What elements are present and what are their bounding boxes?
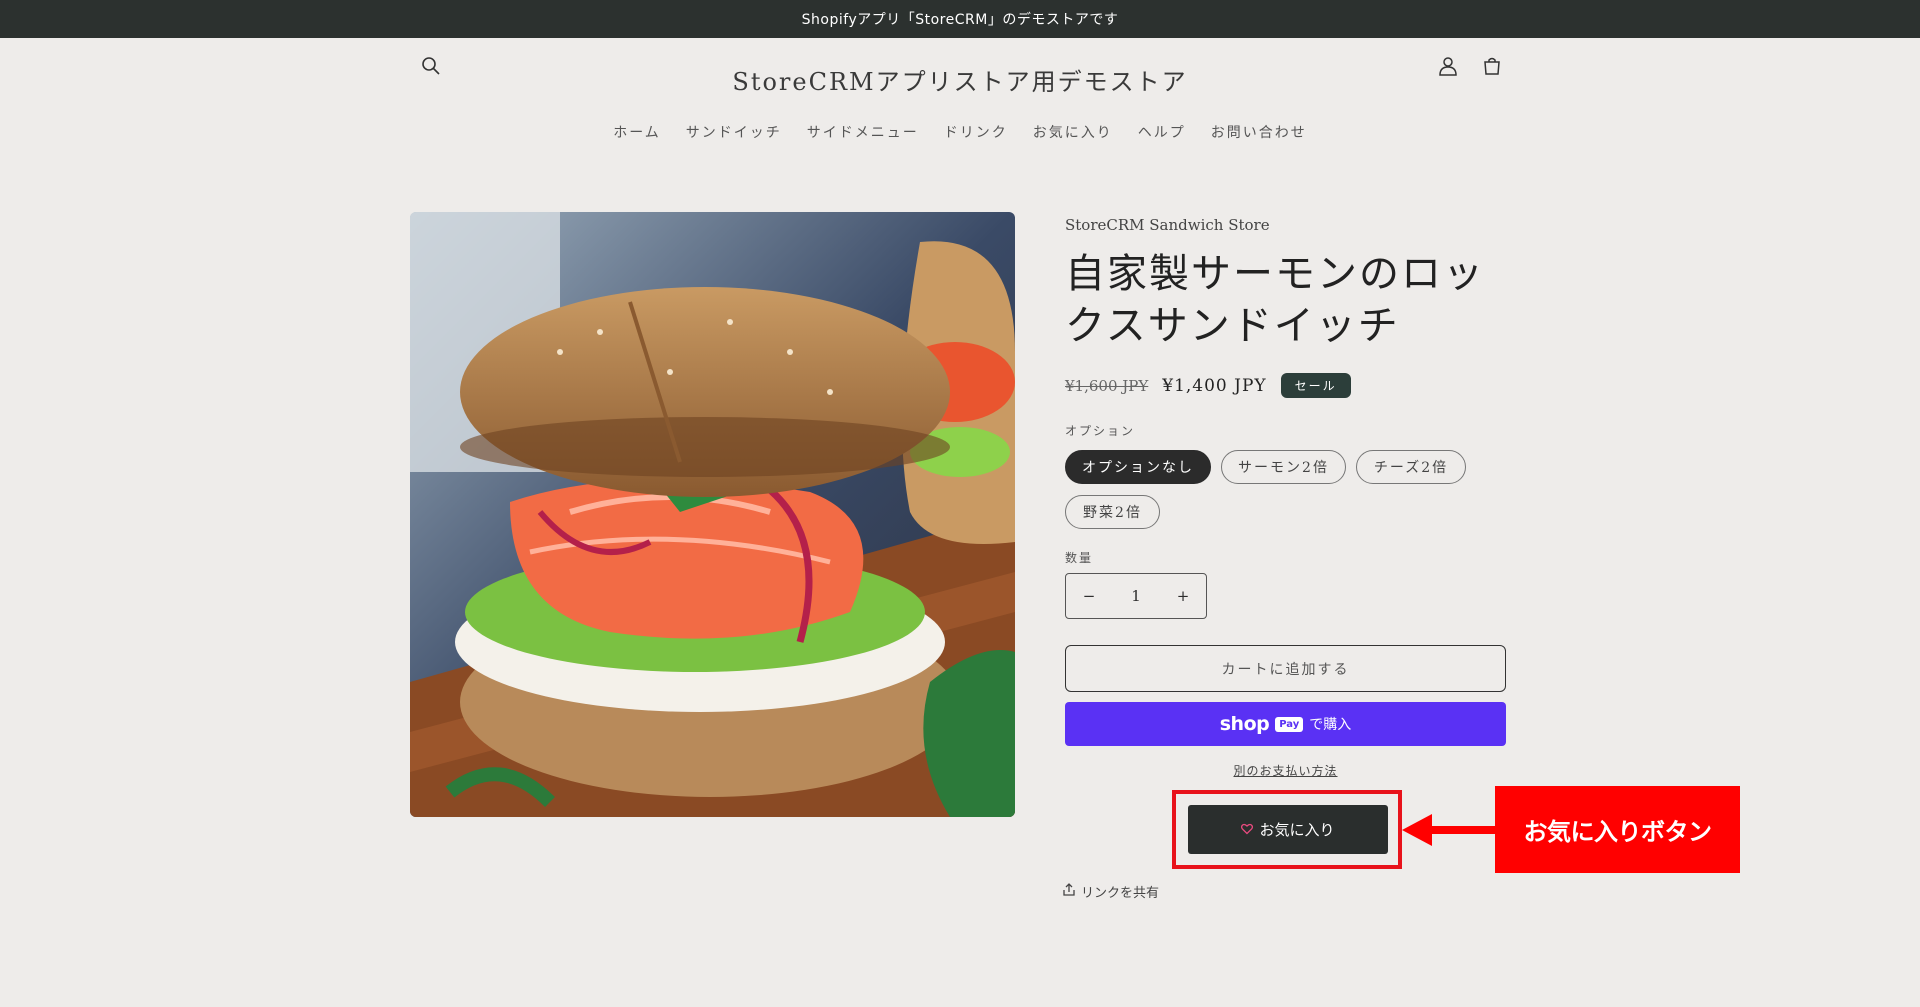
option-double-cheese[interactable]: チーズ2倍 — [1356, 450, 1466, 484]
shop-pay-button[interactable]: shop Pay で購入 — [1065, 702, 1506, 746]
nav-item-help[interactable]: ヘルプ — [1138, 122, 1186, 142]
share-label: リンクを共有 — [1081, 886, 1160, 901]
quantity-stepper: − 1 + — [1065, 573, 1207, 619]
nav-item-side-menu[interactable]: サイドメニュー — [807, 122, 919, 142]
product-title: 自家製サーモンのロックスサンドイッチ — [1065, 251, 1485, 349]
share-icon — [1063, 883, 1075, 900]
option-double-salmon[interactable]: サーモン2倍 — [1221, 450, 1346, 484]
site-header: StoreCRMアプリストア用デモストア ホーム サンドイッチ サイドメニュー … — [0, 38, 1920, 158]
heart-icon — [1241, 821, 1254, 839]
regular-price: ¥1,600 JPY — [1065, 376, 1149, 395]
announcement-text: Shopifyアプリ「StoreCRM」のデモストアです — [801, 12, 1119, 28]
account-icon[interactable] — [1430, 48, 1466, 84]
nav-item-drink[interactable]: ドリンク — [944, 122, 1008, 142]
annotation-arrow-icon — [1402, 814, 1502, 846]
add-to-cart-button[interactable]: カートに追加する — [1065, 645, 1506, 692]
shop-pay-badge: Pay — [1275, 716, 1304, 732]
product-vendor: StoreCRM Sandwich Store — [1065, 216, 1270, 234]
share-link[interactable]: リンクを共有 — [1063, 882, 1159, 901]
quantity-decrease-button[interactable]: − — [1066, 587, 1112, 605]
cart-icon[interactable] — [1474, 48, 1510, 84]
announcement-bar: Shopifyアプリ「StoreCRM」のデモストアです — [0, 0, 1920, 38]
nav-item-favorites[interactable]: お気に入り — [1033, 122, 1113, 142]
shop-pay-logo: shop — [1219, 713, 1270, 735]
quantity-input[interactable]: 1 — [1113, 587, 1159, 605]
shop-pay-label: で購入 — [1309, 717, 1352, 733]
nav-item-sandwich[interactable]: サンドイッチ — [686, 122, 782, 142]
option-double-vegetables[interactable]: 野菜2倍 — [1065, 495, 1160, 529]
nav-item-contact[interactable]: お問い合わせ — [1211, 122, 1307, 142]
annotation-callout: お気に入りボタン — [1495, 786, 1740, 873]
sale-badge: セール — [1280, 373, 1351, 398]
sale-price: ¥1,400 JPY — [1162, 375, 1267, 396]
quantity-increase-button[interactable]: + — [1160, 587, 1206, 605]
favorite-button[interactable]: お気に入り — [1188, 805, 1388, 854]
quantity-label: 数量 — [1065, 551, 1094, 565]
product-image[interactable] — [410, 212, 1015, 817]
price-row: ¥1,600 JPY ¥1,400 JPY セール — [1065, 373, 1351, 398]
store-logo[interactable]: StoreCRMアプリストア用デモストア — [0, 62, 1920, 97]
main-nav: ホーム サンドイッチ サイドメニュー ドリンク お気に入り ヘルプ お問い合わせ — [0, 122, 1920, 142]
option-label: オプション — [1065, 424, 1136, 438]
option-none[interactable]: オプションなし — [1065, 450, 1211, 484]
nav-item-home[interactable]: ホーム — [613, 122, 661, 142]
other-payment-link[interactable]: 別のお支払い方法 — [1065, 762, 1506, 779]
favorite-button-label: お気に入り — [1259, 821, 1335, 839]
